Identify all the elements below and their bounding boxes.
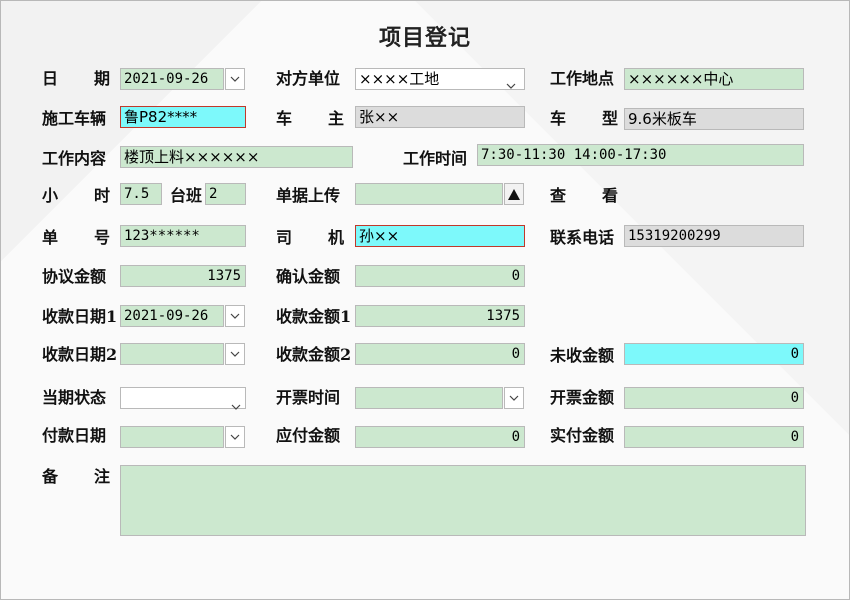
pay-amount-1-field[interactable]: 1375 [355, 305, 525, 327]
triangle-up-icon [508, 188, 520, 200]
chevron-down-icon [506, 74, 516, 93]
page-title: 项目登记 [378, 25, 471, 51]
confirmed-amount-field[interactable]: 0 [355, 265, 525, 287]
pay-amount-2-label: 收款金额2 [276, 345, 352, 364]
owner-field[interactable]: 张×× [355, 106, 525, 128]
invoice-time-field[interactable] [355, 387, 503, 409]
hours-label: 小时 [42, 186, 110, 205]
payment-date-field[interactable] [120, 426, 224, 448]
pay-date-1-label: 收款日期1 [42, 307, 118, 326]
view-link[interactable]: 查看 [550, 185, 618, 207]
chevron-down-icon [231, 395, 241, 414]
agreed-amount-field[interactable]: 1375 [120, 265, 246, 287]
counterparty-label: 对方单位 [276, 69, 341, 88]
date-field[interactable]: 2021-09-26 [120, 68, 224, 90]
unpaid-amount-label: 未收金额 [550, 346, 615, 365]
vehicle-type-field[interactable]: 9.6米板车 [624, 108, 804, 130]
driver-field[interactable]: 孙×× [355, 225, 525, 247]
confirmed-amount-label: 确认金额 [276, 267, 341, 286]
order-no-label: 单号 [42, 228, 110, 247]
payment-date-dropdown-button[interactable] [225, 426, 245, 448]
chevron-down-icon [230, 351, 240, 357]
paid-amount-field[interactable]: 0 [624, 426, 804, 448]
hours-field[interactable]: 7.5 [120, 183, 162, 205]
date-label: 日期 [42, 69, 110, 88]
agreed-amount-label: 协议金额 [42, 267, 107, 286]
pay-amount-1-label: 收款金额1 [276, 307, 352, 326]
phone-field[interactable]: 15319200299 [624, 225, 804, 247]
chevron-down-icon [230, 76, 240, 82]
shift-label: 台班 [170, 186, 203, 205]
work-site-field[interactable]: ××××××中心 [624, 68, 804, 90]
phone-label: 联系电话 [550, 228, 615, 247]
receipt-upload-field[interactable] [355, 183, 503, 205]
chevron-down-icon [230, 434, 240, 440]
work-time-label: 工作时间 [403, 149, 468, 168]
period-status-label: 当期状态 [42, 388, 107, 407]
chevron-down-icon [509, 395, 519, 401]
vehicle-label: 施工车辆 [42, 109, 107, 128]
remarks-label: 备注 [42, 467, 110, 486]
payable-amount-label: 应付金额 [276, 426, 341, 445]
remarks-textarea[interactable] [120, 465, 806, 536]
pay-date-2-dropdown-button[interactable] [225, 343, 245, 365]
pay-date-2-field[interactable] [120, 343, 224, 365]
driver-label: 司机 [276, 228, 344, 247]
pay-date-1-field[interactable]: 2021-09-26 [120, 305, 224, 327]
payable-amount-field[interactable]: 0 [355, 426, 525, 448]
date-dropdown-button[interactable] [225, 68, 245, 90]
shift-field[interactable]: 2 [205, 183, 246, 205]
invoice-time-label: 开票时间 [276, 388, 341, 407]
receipt-upload-label: 单据上传 [276, 186, 341, 205]
invoice-time-dropdown-button[interactable] [504, 387, 524, 409]
chevron-down-icon [230, 313, 240, 319]
paid-amount-label: 实付金额 [550, 426, 615, 445]
pay-date-2-label: 收款日期2 [42, 345, 118, 364]
vehicle-type-label: 车型 [550, 109, 618, 128]
invoice-amount-field[interactable]: 0 [624, 387, 804, 409]
counterparty-select[interactable]: ××××工地 [355, 68, 525, 90]
invoice-amount-label: 开票金额 [550, 388, 615, 407]
unpaid-amount-field[interactable]: 0 [624, 343, 804, 365]
work-content-field[interactable]: 楼顶上料×××××× [120, 146, 353, 168]
vehicle-field[interactable]: 鲁P82**** [120, 106, 246, 128]
period-status-select[interactable] [120, 387, 246, 409]
pay-date-1-dropdown-button[interactable] [225, 305, 245, 327]
pay-amount-2-field[interactable]: 0 [355, 343, 525, 365]
work-content-label: 工作内容 [42, 149, 107, 168]
work-time-field[interactable]: 7:30-11:30 14:00-17:30 [477, 144, 804, 166]
work-site-label: 工作地点 [550, 69, 615, 88]
upload-button[interactable] [504, 183, 524, 205]
owner-label: 车主 [276, 109, 344, 128]
payment-date-label: 付款日期 [42, 426, 107, 445]
order-no-field[interactable]: 123****** [120, 225, 246, 247]
